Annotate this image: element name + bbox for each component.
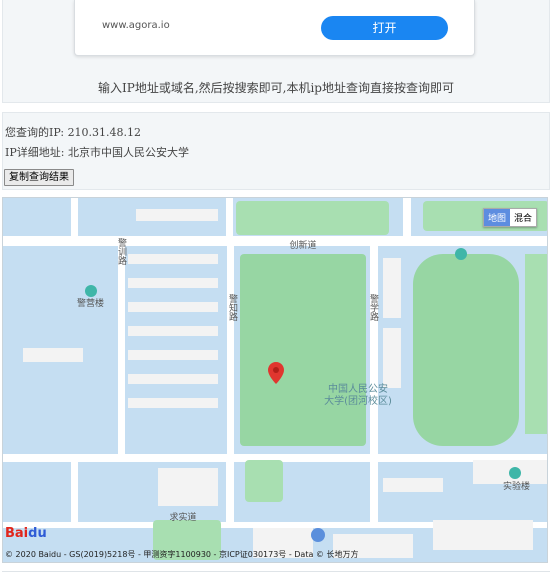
road-label: 警知路 bbox=[227, 293, 238, 322]
map-building bbox=[128, 350, 218, 360]
map-field bbox=[413, 254, 519, 446]
road-label: 警训路 bbox=[116, 237, 127, 266]
map-building bbox=[128, 326, 218, 336]
search-hint: 输入IP地址或域名,然后按搜索即可,本机ip地址查询直接按查询即可 bbox=[98, 81, 454, 95]
location-pin-icon[interactable] bbox=[268, 362, 284, 384]
map-green bbox=[236, 201, 389, 235]
detail-value: 北京市中国人民公安大学 bbox=[67, 146, 189, 159]
poi-marker bbox=[509, 467, 521, 479]
campus-label: 中国人民公安 bbox=[328, 382, 388, 395]
divider bbox=[2, 571, 550, 572]
poi-label: 实验楼 bbox=[503, 480, 530, 492]
poi-marker bbox=[455, 248, 467, 260]
top-panel: www.agora.io 打开 输入IP地址或域名,然后按搜索即可,本机ip地址… bbox=[2, 0, 550, 103]
map-building bbox=[23, 348, 83, 362]
map-building bbox=[128, 374, 218, 384]
ad-card[interactable]: www.agora.io 打开 bbox=[74, 0, 475, 56]
map-building bbox=[383, 478, 443, 492]
ip-value: 210.31.48.12 bbox=[67, 126, 142, 139]
poi-label: 警营楼 bbox=[77, 297, 104, 309]
road-label: 创新道 bbox=[289, 239, 316, 251]
map-block bbox=[3, 462, 71, 522]
ip-label: 您查询的IP: bbox=[5, 126, 65, 139]
map-type-switch[interactable]: 地图 混合 bbox=[482, 208, 537, 227]
map-building bbox=[128, 254, 218, 264]
map-copyright: © 2020 Baidu - GS(2019)5218号 - 甲测资字11009… bbox=[5, 550, 359, 559]
detail-label: IP详细地址: bbox=[5, 146, 65, 159]
road-label: 求实道 bbox=[169, 511, 196, 523]
map-building bbox=[433, 520, 533, 550]
road-label: 警学路 bbox=[368, 293, 379, 322]
map-building bbox=[158, 468, 218, 506]
ad-url[interactable]: www.agora.io bbox=[102, 20, 170, 31]
result-panel: 您查询的IP: 210.31.48.12 IP详细地址: 北京市中国人民公安大学… bbox=[2, 112, 550, 190]
detail-line: IP详细地址: 北京市中国人民公安大学 bbox=[5, 144, 189, 160]
map-building bbox=[383, 328, 401, 388]
ad-open-button[interactable]: 打开 bbox=[321, 16, 448, 40]
map-building bbox=[136, 209, 218, 221]
ip-line: 您查询的IP: 210.31.48.12 bbox=[5, 124, 141, 140]
map-type-hybrid[interactable]: 混合 bbox=[510, 209, 536, 226]
copy-result-button[interactable]: 复制查询结果 bbox=[4, 169, 74, 186]
map-building bbox=[128, 302, 218, 312]
map[interactable]: 创新道 警训路 警知路 警学路 求实道 警营楼 实验楼 中国人民公安 大学(团河… bbox=[2, 197, 548, 563]
map-building bbox=[128, 398, 218, 408]
map-block bbox=[3, 198, 71, 236]
map-building bbox=[383, 258, 401, 318]
map-field bbox=[240, 254, 366, 446]
parking-marker bbox=[311, 528, 325, 542]
poi-marker bbox=[85, 285, 97, 297]
map-green bbox=[525, 254, 547, 434]
map-type-map[interactable]: 地图 bbox=[483, 209, 510, 226]
baidu-logo: Baidu bbox=[5, 526, 47, 541]
map-building bbox=[128, 278, 218, 288]
map-green bbox=[245, 460, 283, 502]
campus-label-2: 大学(团河校区) bbox=[324, 394, 392, 407]
